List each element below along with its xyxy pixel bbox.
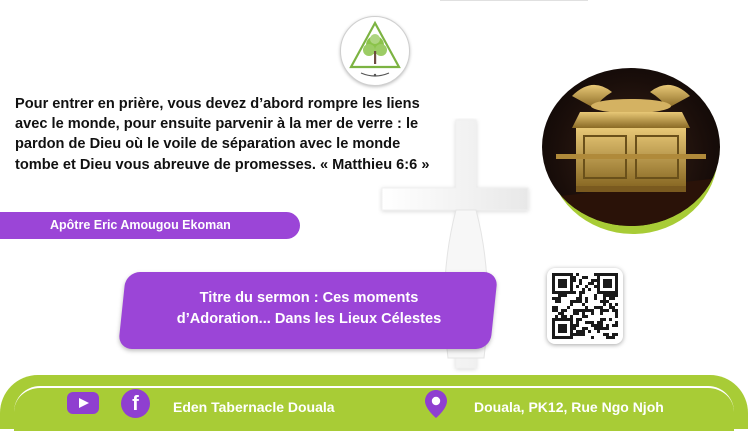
qr-code-icon[interactable]: [547, 268, 623, 344]
top-divider: [440, 0, 588, 1]
facebook-icon[interactable]: f: [121, 389, 150, 418]
quote-text: Pour entrer en prière, vous devez d’abor…: [15, 96, 430, 173]
location-pin-icon: [425, 390, 447, 423]
sermon-title-line-1: Titre du sermon : Ces moments: [199, 290, 419, 306]
sermon-title: Titre du sermon : Ces moments d’Adoratio…: [140, 288, 478, 330]
author-banner: Apôtre Eric Amougou Ekoman: [0, 212, 300, 239]
ark-of-covenant-image: [542, 68, 720, 226]
sermon-title-line-2: d’Adoration... Dans les Lieux Célestes: [176, 311, 442, 327]
church-logo-icon: [340, 16, 410, 86]
church-address: Douala, PK12, Rue Ngo Njoh: [474, 399, 664, 415]
church-name: Eden Tabernacle Douala: [173, 399, 335, 415]
youtube-icon[interactable]: [67, 392, 99, 414]
author-name: Apôtre Eric Amougou Ekoman: [50, 218, 231, 232]
